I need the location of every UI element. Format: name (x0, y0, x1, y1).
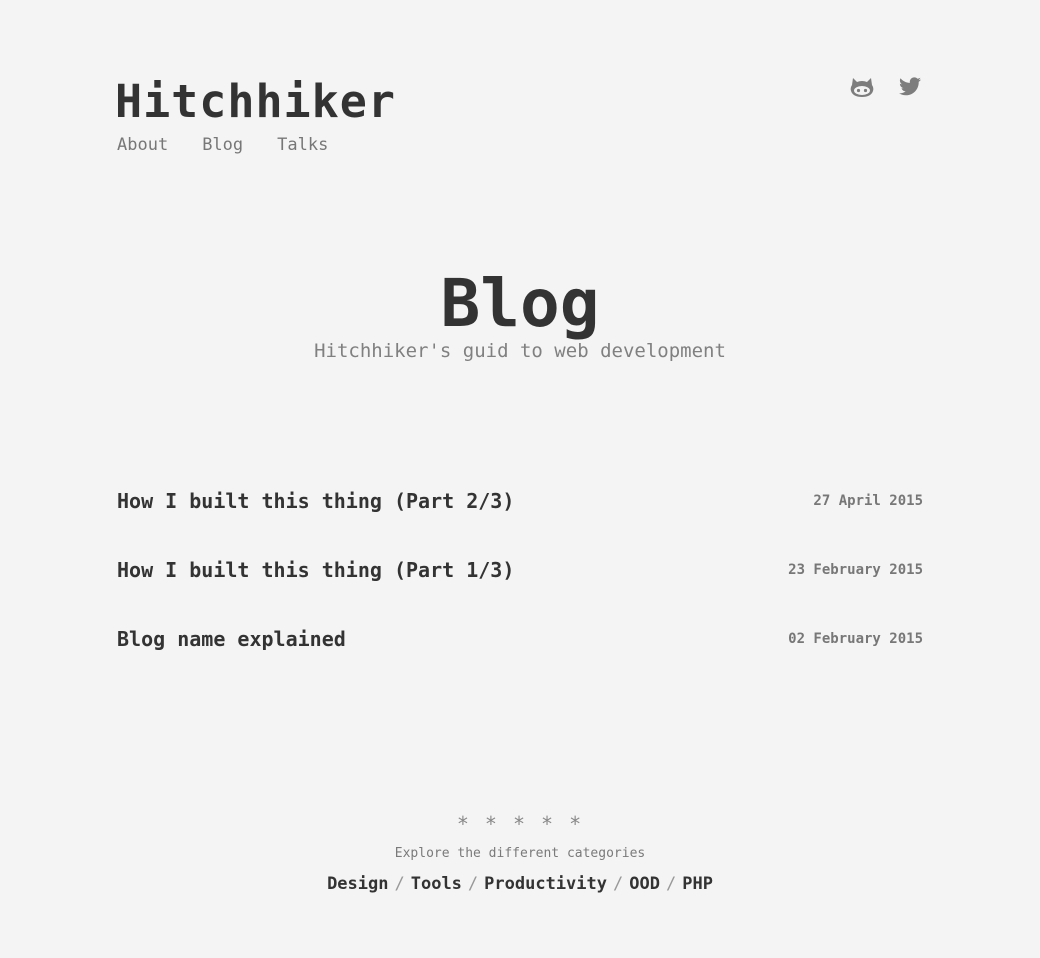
post-date: 02 February 2015 (788, 631, 923, 647)
nav-item-blog[interactable]: Blog (202, 134, 243, 156)
post-title-link[interactable]: How I built this thing (Part 1/3) (117, 558, 514, 582)
post-row: Blog name explained 02 February 2015 (117, 622, 923, 656)
category-link-design[interactable]: Design (327, 874, 388, 894)
post-title-link[interactable]: Blog name explained (117, 627, 346, 651)
post-list: How I built this thing (Part 2/3) 27 Apr… (117, 484, 923, 691)
post-row: How I built this thing (Part 2/3) 27 Apr… (117, 484, 923, 518)
site-title[interactable]: Hitchhiker (115, 74, 396, 130)
post-row: How I built this thing (Part 1/3) 23 Feb… (117, 553, 923, 587)
category-links: Design / Tools / Productivity / OOD / PHP (0, 872, 1040, 896)
category-link-tools[interactable]: Tools (411, 874, 462, 894)
divider-stars: * * * * * (456, 812, 584, 836)
category-link-php[interactable]: PHP (682, 874, 713, 894)
category-separator: / (467, 874, 479, 894)
twitter-icon (899, 77, 921, 96)
page: Hitchhiker About Blog Talks Blog Hitchhi… (0, 0, 1040, 958)
category-separator: / (394, 874, 405, 894)
post-date: 23 February 2015 (788, 562, 923, 578)
category-separator: / (665, 874, 677, 894)
main-nav: About Blog Talks (117, 134, 328, 156)
nav-item-about[interactable]: About (117, 134, 168, 156)
page-title: Blog (440, 265, 600, 342)
footer: * * * * * Explore the different categori… (0, 812, 1040, 896)
post-date: 27 April 2015 (813, 493, 923, 509)
twitter-link[interactable] (897, 74, 923, 100)
post-title-link[interactable]: How I built this thing (Part 2/3) (117, 489, 514, 513)
github-icon (850, 78, 874, 97)
category-separator: / (613, 874, 624, 894)
page-subtitle: Hitchhiker's guid to web development (314, 340, 726, 362)
category-link-ood[interactable]: OOD (629, 874, 660, 894)
category-link-productivity[interactable]: Productivity (484, 874, 607, 894)
explore-text: Explore the different categories (394, 846, 646, 861)
github-link[interactable] (849, 74, 875, 100)
social-links (849, 74, 923, 100)
nav-item-talks[interactable]: Talks (277, 134, 328, 156)
